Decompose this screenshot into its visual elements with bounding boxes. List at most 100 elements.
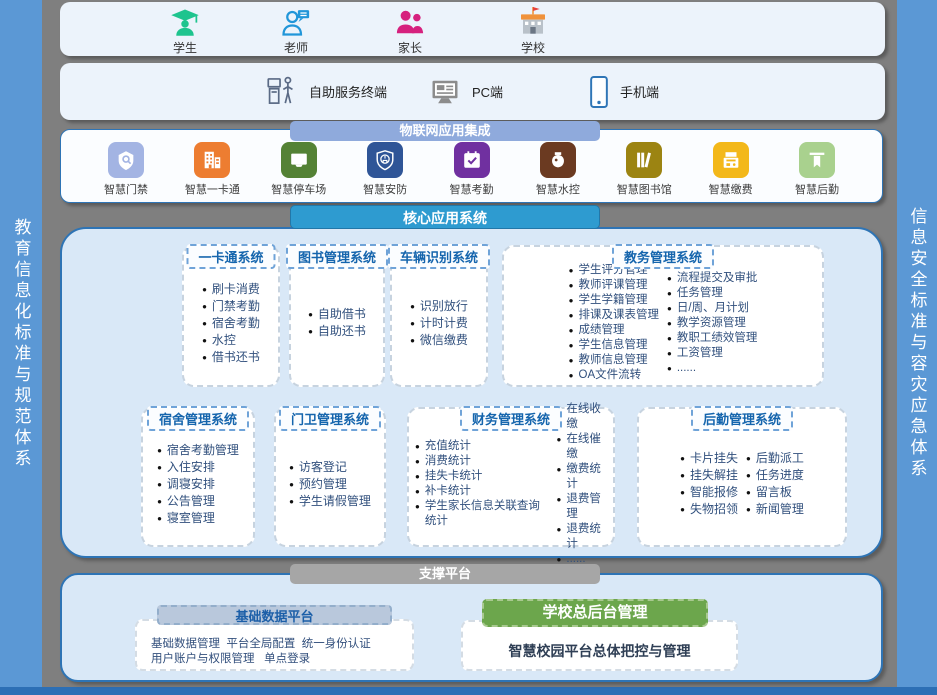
system-item: ●宿舍考勤管理 [157, 442, 239, 459]
system-item: ● 补卡统计 [415, 484, 549, 499]
system-title: 车辆识别系统 [388, 244, 490, 269]
system-item-label: 成绩管理 [579, 323, 625, 338]
bullet: ● [667, 361, 672, 376]
system-item-label: 消费统计 [425, 454, 471, 469]
system-box: 车辆识别系统●识别放行●计时计费●微信缴费 [390, 245, 488, 387]
bullet: ● [569, 278, 574, 293]
terminal-label: PC端 [472, 82, 503, 101]
system-item-label: 日/周、月计划 [677, 301, 749, 316]
system-item-label: 卡片挂失 [690, 450, 738, 467]
system-title: 门卫管理系统 [279, 406, 381, 431]
system-item: ●预约管理 [289, 476, 371, 493]
system-item: ●退费统计 [557, 522, 607, 552]
terminal-label: 自助服务终端 [309, 82, 387, 101]
bullet: ● [415, 439, 420, 454]
system-item: ●工资管理 [667, 346, 757, 361]
bullet: ● [667, 316, 672, 331]
bullet: ● [202, 298, 207, 315]
books-icon [626, 142, 662, 178]
bullet: ● [557, 432, 562, 462]
system-item-label: 预约管理 [299, 476, 347, 493]
system-item-label: 任务管理 [677, 286, 723, 301]
bullet: ● [202, 332, 207, 349]
terminal-label: 手机端 [620, 82, 659, 101]
system-item: ●学生信息管理 [569, 338, 659, 353]
smart-campus-architecture-diagram: 教育信息化标准与规范体系 信息安全标准与容灾应急体系 学生老师家长学校 自助服务… [0, 0, 937, 695]
system-item-label: 调寝安排 [167, 476, 215, 493]
school-icon [517, 5, 549, 37]
iot-label: 智慧停车场 [271, 181, 326, 197]
system-item: ●在线催缴 [557, 432, 607, 462]
system-item-label: 门禁考勤 [212, 298, 260, 315]
terminals-panel: 自助服务终端 PC端 手机端 [60, 63, 885, 120]
system-box: 图书管理系统●自助借书●自助还书 [289, 245, 385, 387]
bullet: ● [308, 323, 313, 340]
system-item-label: 教师信息管理 [579, 353, 648, 368]
bullet: ● [289, 459, 294, 476]
bullet: ● [680, 467, 685, 484]
bullet: ● [746, 501, 751, 518]
bullet: ● [415, 484, 420, 499]
bottom-bar [0, 687, 937, 695]
bullet: ● [410, 332, 415, 349]
bullet: ● [569, 293, 574, 308]
iot-item: 智慧门禁 [87, 142, 165, 197]
system-item-label: OA文件流转 [579, 368, 642, 383]
iot-label: 智慧考勤 [450, 181, 494, 197]
iot-item: 智慧考勤 [433, 142, 511, 197]
system-item: ● 门禁考勤 [202, 298, 260, 315]
system-item: ●智能报修 [680, 484, 738, 501]
bullet: ● [415, 469, 420, 484]
system-item-label: 排课及课表管理 [579, 308, 660, 323]
lock-icon [108, 142, 144, 178]
right-sidebar-label: 信息安全标准与容灾应急体系 [905, 207, 930, 480]
system-item: ●微信缴费 [410, 332, 468, 349]
system-item-label: 充值统计 [425, 439, 471, 454]
system-item-label: 退费统计 [566, 522, 607, 552]
iot-label: 智慧后勤 [795, 181, 839, 197]
system-item-label: 计时计费 [420, 315, 468, 332]
system-item-label: 寝室管理 [167, 510, 215, 527]
calendar-check-icon [454, 142, 490, 178]
base-platform-line: 基础数据管理 平台全局配置 统一身份认证 [151, 637, 404, 652]
iot-label: 智慧水控 [536, 181, 580, 197]
parents-icon [395, 5, 425, 37]
system-item: ● 学生学籍管理 [569, 293, 659, 308]
bullet: ● [569, 308, 574, 323]
system-item: ●挂失卡统计 [415, 469, 549, 484]
system-item: ●卡片挂失 [680, 450, 738, 467]
system-item: ●缴费统计 [557, 462, 607, 492]
system-item-label: 教师评课管理 [579, 278, 648, 293]
system-item-label: 挂失解挂 [690, 467, 738, 484]
bullet: ● [557, 522, 562, 552]
water-icon [540, 142, 576, 178]
iot-item: 智慧一卡通 [173, 142, 251, 197]
bullet: ● [308, 306, 313, 323]
system-item: ●留言板 [746, 484, 804, 501]
system-item: ●访客登记 [289, 459, 371, 476]
system-box: 财务管理系统●充值统计●消费统计●挂失卡统计●补卡统计●学生家长信息关联查询统计… [407, 407, 615, 547]
system-item-label: 教职工绩效管理 [677, 331, 758, 346]
bullet: ● [680, 484, 685, 501]
system-item-label: 入住安排 [167, 459, 215, 476]
system-item-label: 失物招领 [690, 501, 738, 518]
system-item-label: 水控 [212, 332, 236, 349]
bullet: ● [557, 462, 562, 492]
school-backend-title: 学校总后台管理 [482, 599, 708, 627]
system-item: ●流程提交及审批 [667, 271, 757, 286]
system-item: ●任务进度 [746, 467, 804, 484]
bullet: ● [569, 263, 574, 278]
bullet: ● [680, 501, 685, 518]
system-item-label: 学生请假管理 [299, 493, 371, 510]
iot-label: 智慧安防 [363, 181, 407, 197]
system-item-label: 后勤派工 [756, 450, 804, 467]
iot-label: 智慧图书馆 [617, 181, 672, 197]
iot-label: 智慧一卡通 [185, 181, 240, 197]
bullet: ● [667, 271, 672, 286]
core-systems-panel: 一卡通系统●刷卡消费●门禁考勤●宿舍考勤●水控●借书还书图书管理系统●自助借书●… [60, 227, 883, 558]
system-item-label: 自助还书 [318, 323, 366, 340]
system-item-label: 退费管理 [566, 492, 607, 522]
student-icon [170, 5, 200, 37]
system-item-label: 学生学籍管理 [579, 293, 648, 308]
system-item-label: 补卡统计 [425, 484, 471, 499]
